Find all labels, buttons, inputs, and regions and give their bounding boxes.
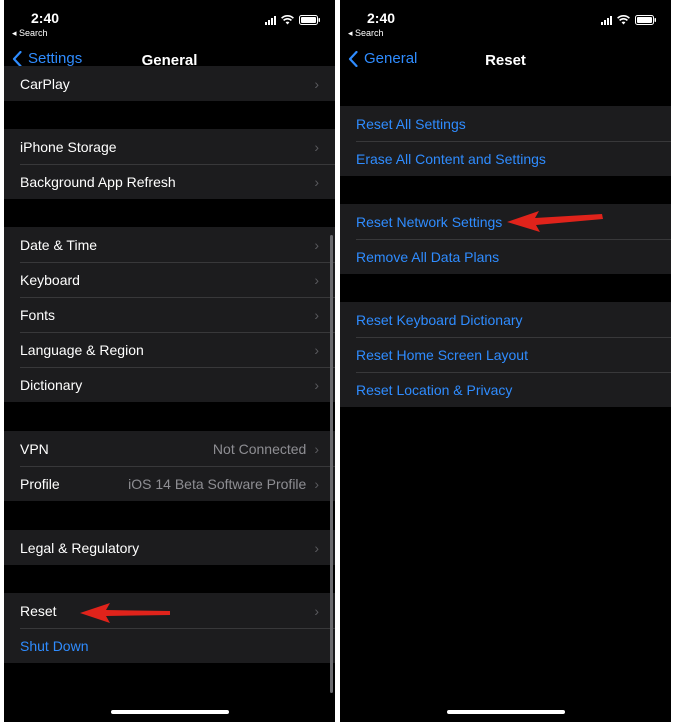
back-to-app-link[interactable]: ◂ Search (348, 28, 384, 39)
row-label: Reset Home Screen Layout (356, 346, 528, 363)
chevron-right-icon: › (314, 475, 319, 492)
annotation-arrow-icon (80, 603, 170, 623)
row-label: Legal & Regulatory (20, 539, 140, 556)
back-to-app-link[interactable]: ◂ Search (12, 28, 48, 39)
settings-row-language-region[interactable]: Language & Region › (4, 332, 335, 367)
settings-group: VPN Not Connected › Profile iOS 14 Beta … (4, 431, 335, 501)
chevron-right-icon: › (314, 341, 319, 358)
reset-location-privacy-button[interactable]: Reset Location & Privacy (340, 372, 671, 407)
chevron-right-icon: › (314, 173, 319, 190)
row-label: Dictionary (20, 376, 83, 393)
chevron-right-icon: › (314, 306, 319, 323)
wifi-icon (617, 15, 630, 25)
general-settings-screen: 2:40 ◂ Search Settings General CarPlay ›… (4, 0, 335, 722)
reset-keyboard-dictionary-button[interactable]: Reset Keyboard Dictionary (340, 302, 671, 337)
settings-row-keyboard[interactable]: Keyboard › (4, 262, 335, 297)
status-icons (265, 15, 321, 25)
chevron-right-icon: › (314, 236, 319, 253)
row-label: Reset Network Settings (356, 213, 503, 230)
settings-group: CarPlay › (4, 66, 335, 101)
status-time: 2:40 (31, 10, 60, 26)
settings-row-date-time[interactable]: Date & Time › (4, 227, 335, 262)
row-label: Reset Location & Privacy (356, 381, 513, 398)
chevron-right-icon: › (314, 271, 319, 288)
settings-row-vpn[interactable]: VPN Not Connected › (4, 431, 335, 466)
battery-icon (635, 15, 657, 25)
status-icons (601, 15, 657, 25)
reset-group: Reset All Settings Erase All Content and… (340, 106, 671, 176)
settings-group: Legal & Regulatory › (4, 530, 335, 565)
status-time: 2:40 (367, 10, 396, 26)
row-label: Shut Down (20, 637, 89, 654)
home-indicator[interactable] (446, 710, 565, 714)
settings-row-legal-regulatory[interactable]: Legal & Regulatory › (4, 530, 335, 565)
battery-icon (299, 15, 321, 25)
row-label: Erase All Content and Settings (356, 150, 546, 167)
reset-group: Reset Network Settings Remove All Data P… (340, 204, 671, 274)
wifi-icon (281, 15, 294, 25)
row-label: VPN (20, 440, 49, 457)
reset-settings-screen: 2:40 ◂ Search General Reset Reset All Se… (340, 0, 671, 722)
row-label: Remove All Data Plans (356, 248, 500, 265)
row-label: Reset All Settings (356, 115, 466, 132)
settings-row-dictionary[interactable]: Dictionary › (4, 367, 335, 402)
shut-down-button[interactable]: Shut Down (4, 628, 335, 663)
row-label: Language & Region (20, 341, 144, 358)
erase-all-content-button[interactable]: Erase All Content and Settings (340, 141, 671, 176)
settings-row-iphone-storage[interactable]: iPhone Storage › (4, 129, 335, 164)
annotation-arrow-icon (507, 211, 603, 232)
chevron-right-icon: › (314, 376, 319, 393)
chevron-right-icon: › (314, 138, 319, 155)
row-label: Profile (20, 475, 60, 492)
row-label: Background App Refresh (20, 173, 176, 190)
settings-row-carplay[interactable]: CarPlay › (4, 66, 335, 101)
reset-network-settings-button[interactable]: Reset Network Settings (340, 204, 671, 239)
screenshot-composite: 2:40 ◂ Search Settings General CarPlay ›… (0, 0, 675, 725)
settings-row-profile[interactable]: Profile iOS 14 Beta Software Profile › (4, 466, 335, 501)
row-label: Keyboard (20, 271, 80, 288)
vpn-status-value: Not Connected (212, 440, 307, 457)
reset-all-settings-button[interactable]: Reset All Settings (340, 106, 671, 141)
reset-group: Reset Keyboard Dictionary Reset Home Scr… (340, 302, 671, 407)
settings-row-background-app-refresh[interactable]: Background App Refresh › (4, 164, 335, 199)
row-label: CarPlay (20, 75, 70, 92)
navigation-bar: General Reset (340, 44, 671, 78)
settings-group: Date & Time › Keyboard › Fonts › Languag… (4, 227, 335, 402)
scroll-indicator[interactable] (330, 235, 333, 693)
status-bar: 2:40 ◂ Search (340, 0, 671, 44)
chevron-right-icon: › (314, 75, 319, 92)
home-indicator[interactable] (110, 710, 229, 714)
settings-group: iPhone Storage › Background App Refresh … (4, 129, 335, 199)
signal-icon (265, 15, 276, 25)
row-label: iPhone Storage (20, 138, 117, 155)
signal-icon (601, 15, 612, 25)
chevron-right-icon: › (314, 602, 319, 619)
chevron-right-icon: › (314, 440, 319, 457)
status-bar: 2:40 ◂ Search (4, 0, 335, 44)
row-label: Reset Keyboard Dictionary (356, 311, 523, 328)
remove-all-data-plans-button[interactable]: Remove All Data Plans (340, 239, 671, 274)
chevron-right-icon: › (314, 539, 319, 556)
profile-value: iOS 14 Beta Software Profile (128, 475, 307, 492)
row-label: Date & Time (20, 236, 98, 253)
page-title: Reset (485, 52, 526, 69)
settings-row-fonts[interactable]: Fonts › (4, 297, 335, 332)
reset-home-screen-layout-button[interactable]: Reset Home Screen Layout (340, 337, 671, 372)
row-label: Fonts (20, 306, 56, 323)
